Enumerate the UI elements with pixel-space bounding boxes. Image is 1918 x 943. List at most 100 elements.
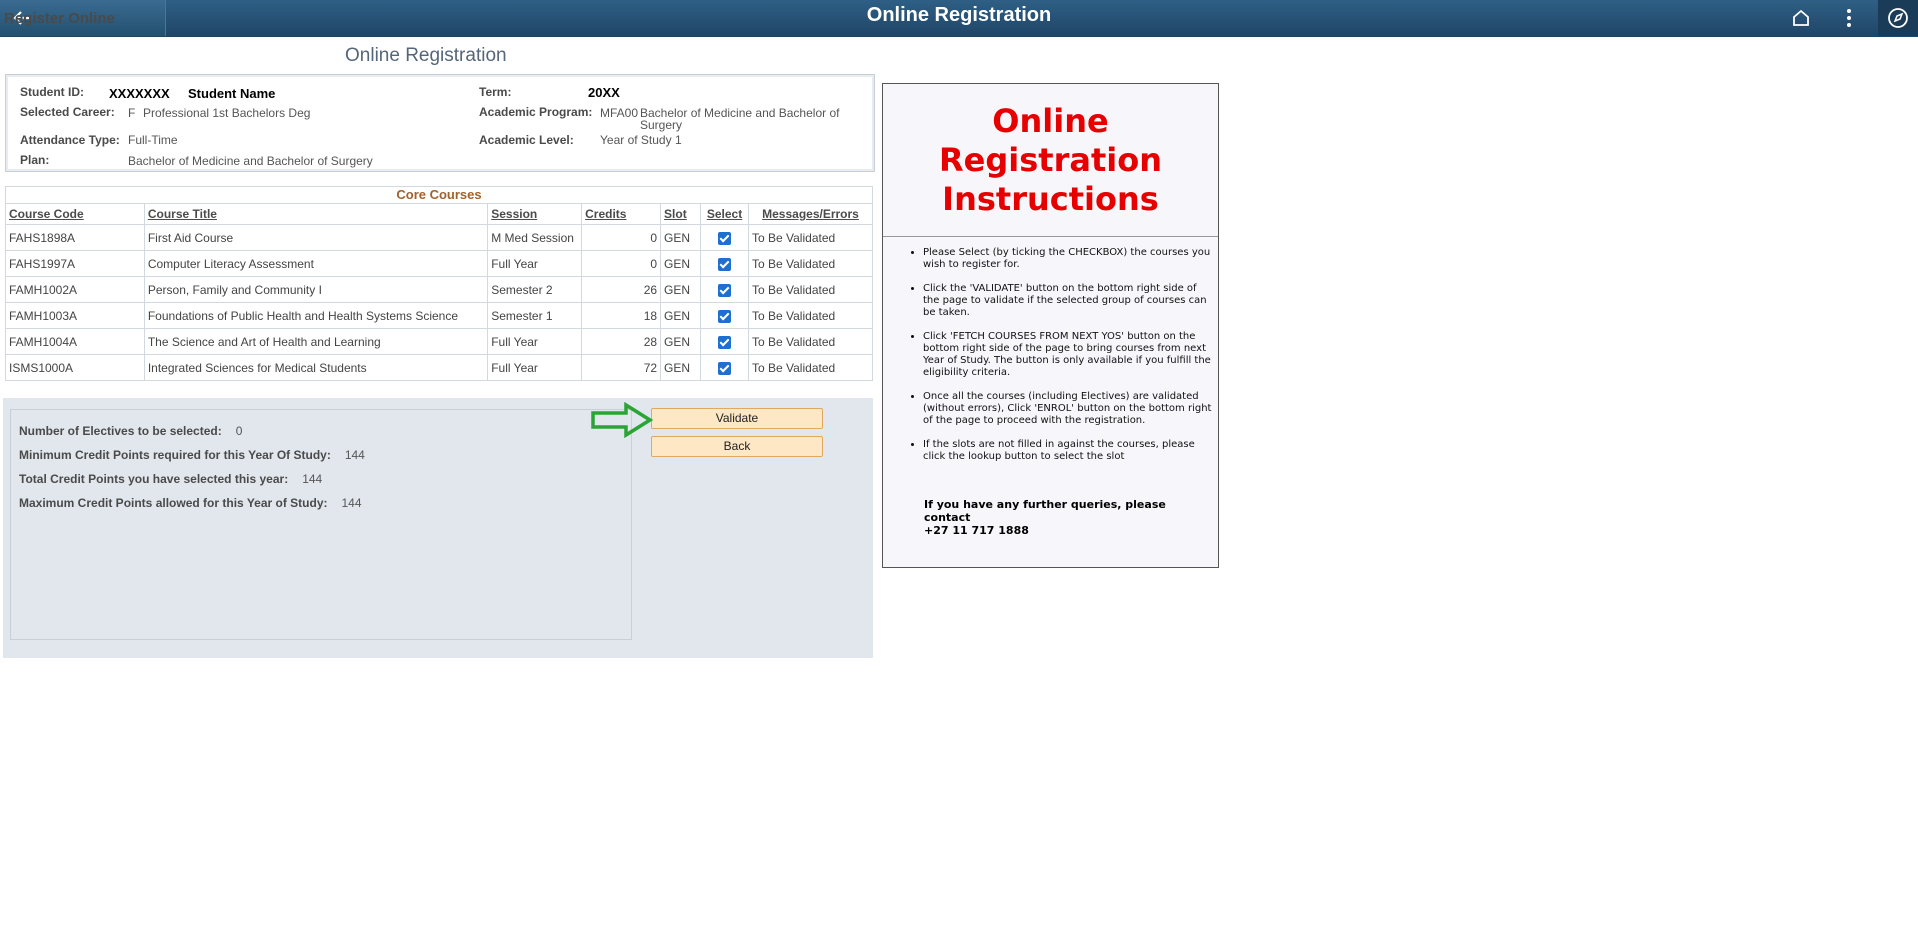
session-cell: Full Year	[487, 250, 583, 277]
career-label: Selected Career:	[20, 105, 115, 119]
more-options-icon[interactable]	[1829, 0, 1869, 36]
instructions-panel: Online Registration Instructions Please …	[882, 83, 1219, 568]
column-header-course-code[interactable]: Course Code	[5, 203, 145, 225]
student-name-value: Student Name	[188, 86, 276, 101]
select-checkbox[interactable]	[718, 283, 731, 297]
level-value: Year of Study 1	[600, 133, 682, 147]
attendance-value: Full-Time	[128, 133, 178, 147]
instructions-title-line3: Instructions	[942, 180, 1159, 218]
min-credits-value: 144	[344, 448, 365, 462]
session-cell: Full Year	[487, 354, 583, 381]
term-value: 20XX	[588, 85, 620, 100]
register-online-back-button[interactable]: Register Online	[0, 0, 166, 36]
total-credits-value: 144	[302, 472, 323, 486]
max-credits-row: Maximum Credit Points allowed for this Y…	[19, 496, 362, 510]
course-title-cell: Integrated Sciences for Medical Students	[143, 354, 489, 381]
page-title: Online Registration	[345, 45, 507, 66]
program-value-line2: Surgery	[640, 118, 683, 132]
select-checkbox[interactable]	[718, 257, 731, 271]
credits-cell: 0	[581, 224, 662, 251]
credit-summary-box: Number of Electives to be selected: 0 Min…	[10, 409, 632, 640]
table-row: FAMH1003A Foundations of Public Health a…	[5, 302, 873, 329]
credits-cell: 72	[581, 354, 662, 381]
course-code-cell: ISMS1000A	[5, 354, 145, 381]
student-id-value: XXXXXXX	[109, 86, 170, 101]
message-cell: To Be Validated	[748, 276, 873, 303]
course-code-cell: FAHS1997A	[5, 250, 145, 277]
instructions-divider	[883, 236, 1218, 237]
session-cell: Semester 1	[487, 302, 583, 329]
message-cell: To Be Validated	[748, 354, 873, 381]
max-credits-value: 144	[341, 496, 362, 510]
instructions-title: Online Registration Instructions	[883, 102, 1218, 219]
instruction-item: Click the 'VALIDATE' button on the botto…	[923, 283, 1213, 319]
instruction-item: Once all the courses (including Elective…	[923, 391, 1213, 427]
total-credits-label: Total Credit Points you have selected th…	[19, 472, 289, 486]
column-header-course-title[interactable]: Course Title	[143, 203, 489, 225]
select-checkbox[interactable]	[718, 309, 731, 323]
select-cell	[700, 302, 749, 329]
course-code-cell: FAMH1002A	[5, 276, 145, 303]
column-header-select[interactable]: Select	[700, 203, 749, 225]
back-button[interactable]: Back	[651, 436, 823, 457]
table-header-row: Course Code Course Title Session Credits…	[5, 203, 873, 225]
term-label: Term:	[479, 85, 512, 99]
select-cell	[700, 250, 749, 277]
navigator-compass-icon[interactable]	[1878, 0, 1918, 36]
message-cell: To Be Validated	[748, 328, 873, 355]
course-code-cell: FAMH1003A	[5, 302, 145, 329]
column-header-slot[interactable]: Slot	[660, 203, 702, 225]
table-row: FAHS1898A First Aid Course M Med Session…	[5, 224, 873, 251]
select-cell	[700, 224, 749, 251]
min-credits-label: Minimum Credit Points required for this …	[19, 448, 331, 462]
top-header-bar: Register Online Online Registration	[0, 0, 1918, 37]
slot-cell: GEN	[660, 250, 702, 277]
student-info-panel: Student ID: XXXXXXX Student Name Term: 2…	[5, 74, 875, 172]
course-title-cell: First Aid Course	[143, 224, 489, 251]
credits-cell: 18	[581, 302, 662, 329]
instruction-item: Please Select (by ticking the CHECKBOX) …	[923, 247, 1213, 271]
message-cell: To Be Validated	[748, 250, 873, 277]
core-courses-grid: Core Courses Course Code Course Title Se…	[5, 186, 873, 381]
electives-value: 0	[235, 424, 243, 438]
instructions-list: Please Select (by ticking the CHECKBOX) …	[883, 247, 1213, 475]
validate-button[interactable]: Validate	[651, 408, 823, 429]
select-checkbox[interactable]	[718, 231, 731, 245]
course-title-cell: Foundations of Public Health and Health …	[143, 302, 489, 329]
attendance-label: Attendance Type:	[20, 133, 120, 147]
program-label: Academic Program:	[479, 105, 593, 119]
contact-line1: If you have any further queries, please …	[924, 498, 1166, 524]
select-checkbox[interactable]	[718, 335, 731, 349]
course-title-cell: Person, Family and Community I	[143, 276, 489, 303]
session-cell: M Med Session	[487, 224, 583, 251]
plan-value: Bachelor of Medicine and Bachelor of Sur…	[128, 154, 373, 168]
plan-label: Plan:	[20, 153, 50, 167]
program-code: MFA00	[600, 106, 639, 120]
slot-cell: GEN	[660, 276, 702, 303]
select-cell	[700, 328, 749, 355]
course-code-cell: FAMH1004A	[5, 328, 145, 355]
select-checkbox[interactable]	[718, 361, 731, 375]
table-row: FAHS1997A Computer Literacy Assessment F…	[5, 250, 873, 277]
column-header-session[interactable]: Session	[487, 203, 583, 225]
home-icon[interactable]	[1781, 0, 1821, 36]
credits-cell: 0	[581, 250, 662, 277]
table-row: FAMH1004A The Science and Art of Health …	[5, 328, 873, 355]
slot-cell: GEN	[660, 354, 702, 381]
instruction-item: Click 'FETCH COURSES FROM NEXT YOS' butt…	[923, 331, 1213, 379]
contact-info: If you have any further queries, please …	[924, 498, 1214, 537]
course-title-cell: Computer Literacy Assessment	[143, 250, 489, 277]
core-courses-table: Course Code Course Title Session Credits…	[5, 203, 873, 381]
student-id-label: Student ID:	[20, 85, 84, 99]
credits-cell: 26	[581, 276, 662, 303]
app-title: Online Registration	[866, 4, 1052, 26]
column-header-messages[interactable]: Messages/Errors	[748, 203, 873, 225]
message-cell: To Be Validated	[748, 302, 873, 329]
electives-label: Number of Electives to be selected:	[19, 424, 222, 438]
min-credits-row: Minimum Credit Points required for this …	[19, 448, 365, 462]
max-credits-label: Maximum Credit Points allowed for this Y…	[19, 496, 328, 510]
career-value: Professional 1st Bachelors Deg	[143, 106, 311, 120]
slot-cell: GEN	[660, 302, 702, 329]
column-header-credits[interactable]: Credits	[581, 203, 662, 225]
message-cell: To Be Validated	[748, 224, 873, 251]
